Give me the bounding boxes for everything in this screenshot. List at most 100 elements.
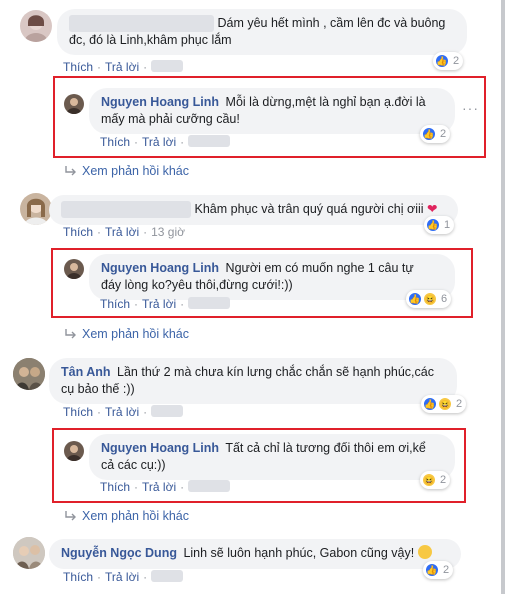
blurred-timestamp: x: [188, 297, 231, 309]
comment-text: Khâm phục và trân quý quá người chị ơiii: [194, 202, 424, 216]
author-name[interactable]: Nguyen Hoang Linh: [101, 261, 219, 275]
avatar[interactable]: [20, 10, 52, 42]
heart-emoji-icon: ❤: [427, 202, 438, 216]
reply-link[interactable]: Trả lời: [105, 570, 139, 584]
view-more-replies-label: Xem phản hồi khác: [82, 327, 190, 341]
reaction-count: 6: [441, 293, 448, 305]
reply-text-continued: đáy lòng ko?yêu thôi,đừng cưới!:)): [101, 278, 293, 292]
blurred-timestamp: x: [188, 135, 231, 147]
user-photo-icon: [66, 445, 82, 461]
reply-actions: Thích·Trả lời·x: [100, 297, 232, 311]
like-icon: 👍: [423, 397, 437, 411]
reply-text: Người em có muốn nghe 1 câu tự: [225, 261, 414, 275]
view-more-replies[interactable]: Xem phản hồi khác: [64, 509, 189, 523]
like-link[interactable]: Thích: [100, 135, 130, 149]
reaction-count: 2: [440, 474, 447, 486]
user-photo-icon: [66, 98, 82, 114]
reply-bubble: Nguyen Hoang Linh Người em có muốn nghe …: [89, 254, 455, 300]
haha-icon: 😆: [438, 397, 452, 411]
view-more-replies-label: Xem phản hồi khác: [82, 509, 190, 523]
like-link[interactable]: Thích: [63, 570, 93, 584]
reaction-summary[interactable]: 👍 😆 2: [421, 395, 467, 413]
scrollbar[interactable]: [501, 0, 505, 594]
view-more-replies-label: Xem phản hồi khác: [82, 164, 190, 178]
reply-bubble: Nguyen Hoang Linh Tất cả chỉ là tương đố…: [89, 434, 455, 480]
like-icon: 👍: [435, 54, 449, 68]
reply-actions: Thích·Trả lời·x: [100, 135, 232, 149]
author-name[interactable]: Nguyen Hoang Linh: [101, 95, 219, 109]
reply-text: Mỗi là dừng,mệt là nghỉ bạn ạ.đời là: [225, 95, 426, 109]
reaction-count: 2: [453, 55, 460, 67]
reply-link[interactable]: Trả lời: [142, 297, 176, 311]
comment-actions: Thích · Trả lời · 13 giờ: [63, 225, 185, 239]
reaction-summary[interactable]: 😆 2: [420, 471, 451, 489]
avatar[interactable]: [13, 358, 45, 390]
user-photo-icon: [66, 263, 82, 279]
comment-actions: Thích·Trả lời·x: [63, 60, 185, 74]
avatar[interactable]: [64, 94, 84, 114]
comment-actions: Thích·Trả lời·x: [63, 570, 185, 584]
smile-emoji-icon: [417, 545, 432, 559]
view-more-replies[interactable]: Xem phản hồi khác: [64, 164, 189, 178]
reaction-summary[interactable]: 👍 2: [420, 125, 451, 143]
avatar[interactable]: [64, 441, 84, 461]
user-photo-icon: [13, 537, 45, 569]
blurred-author-name: x: [61, 201, 191, 218]
comment-actions: Thích·Trả lời·x: [63, 405, 185, 419]
like-icon: 👍: [425, 563, 439, 577]
view-more-replies[interactable]: Xem phản hồi khác: [64, 327, 189, 341]
reaction-summary[interactable]: 👍 😆 6: [406, 290, 452, 308]
reaction-summary[interactable]: 👍 2: [433, 52, 464, 70]
reaction-count: 2: [440, 128, 447, 140]
blurred-timestamp: x: [151, 405, 184, 417]
avatar[interactable]: [13, 537, 45, 569]
comment-text-continued: đc, đó là Linh,khâm phục lắm: [69, 33, 232, 47]
like-link[interactable]: Thích: [63, 225, 93, 239]
reply-link[interactable]: Trả lời: [142, 480, 176, 494]
blurred-timestamp: x: [151, 570, 184, 582]
avatar[interactable]: [64, 259, 84, 279]
like-icon: 👍: [408, 292, 422, 306]
reply-link[interactable]: Trả lời: [142, 135, 176, 149]
author-name[interactable]: Nguyễn Ngọc Dung: [61, 546, 177, 560]
reply-text-continued: cả các cụ:)): [101, 458, 166, 472]
blurred-timestamp: x: [188, 480, 231, 492]
reply-link[interactable]: Trả lời: [105, 60, 139, 74]
reply-link[interactable]: Trả lời: [105, 405, 139, 419]
reply-actions: Thích·Trả lời·x: [100, 480, 232, 494]
reply-arrow-icon: [65, 166, 76, 176]
comment-text-continued: cụ bảo thế :)): [61, 382, 135, 396]
reaction-summary[interactable]: 👍 2: [423, 561, 454, 579]
author-name[interactable]: Tân Anh: [61, 365, 111, 379]
like-link[interactable]: Thích: [63, 405, 93, 419]
reaction-count: 1: [444, 219, 451, 231]
reaction-summary[interactable]: 👍 1: [424, 216, 455, 234]
user-photo-icon: [24, 15, 48, 42]
haha-icon: 😆: [422, 473, 436, 487]
reaction-count: 2: [443, 564, 450, 576]
like-icon: 👍: [422, 127, 436, 141]
avatar[interactable]: [20, 193, 52, 225]
reaction-count: 2: [456, 398, 463, 410]
blurred-timestamp: x: [151, 60, 184, 72]
timestamp[interactable]: 13 giờ: [151, 225, 185, 239]
reply-bubble: Nguyen Hoang Linh Mỗi là dừng,mệt là ngh…: [89, 88, 455, 134]
author-name[interactable]: Nguyen Hoang Linh: [101, 441, 219, 455]
like-link[interactable]: Thích: [63, 60, 93, 74]
user-photo-icon: [13, 358, 45, 390]
reply-arrow-icon: [65, 329, 76, 339]
like-link[interactable]: Thích: [100, 480, 130, 494]
haha-icon: 😆: [423, 292, 437, 306]
user-photo-icon: [24, 198, 48, 225]
comment-text: Dám yêu hết mình , cầm lên đc và buông: [217, 16, 446, 30]
reply-text-continued: mấy mà phải cưỡng cầu!: [101, 112, 240, 126]
reply-link[interactable]: Trả lời: [105, 225, 139, 239]
like-icon: 👍: [426, 218, 440, 232]
comment-text: Linh sẽ luôn hạnh phúc, Gabon cũng vậy!: [183, 546, 415, 560]
blurred-author-name: x: [69, 15, 214, 32]
reply-text: Tất cả chỉ là tương đối thôi em ơi,kể: [225, 441, 426, 455]
like-link[interactable]: Thích: [100, 297, 130, 311]
comment-bubble: x Khâm phục và trân quý quá người chị ơi…: [49, 195, 458, 225]
comment-bubble: Nguyễn Ngọc Dung Linh sẽ luôn hạnh phúc,…: [49, 539, 461, 569]
more-options-icon[interactable]: ···: [462, 100, 479, 116]
